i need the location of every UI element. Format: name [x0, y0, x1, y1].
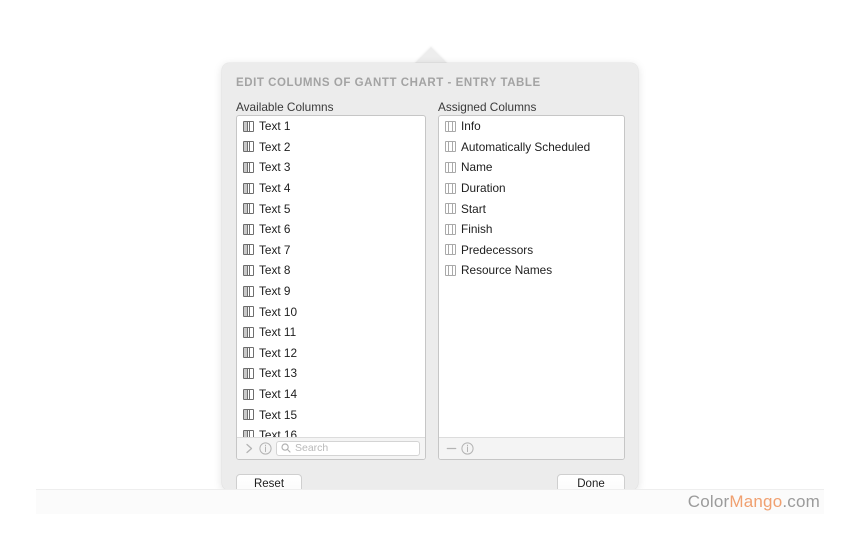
bottom-band-lower — [36, 514, 824, 528]
list-item-label: Text 15 — [259, 407, 298, 422]
watermark-part-mango: Mango — [729, 492, 783, 511]
column-icon — [243, 326, 254, 338]
column-icon — [445, 161, 456, 173]
column-icon — [445, 141, 456, 153]
colormango-watermark: ColorMango.com — [688, 491, 820, 513]
column-icon — [243, 141, 254, 153]
list-item[interactable]: Text 3 — [237, 157, 425, 178]
list-item[interactable]: Text 7 — [237, 240, 425, 261]
list-item[interactable]: Text 2 — [237, 137, 425, 158]
list-item-label: Resource Names — [461, 263, 553, 278]
list-item-label: Text 9 — [259, 284, 291, 299]
list-item-label: Finish — [461, 222, 493, 237]
search-icon — [281, 440, 291, 458]
list-item[interactable]: Predecessors — [439, 240, 624, 261]
list-item-label: Duration — [461, 181, 506, 196]
column-icon — [243, 367, 254, 379]
column-icon — [243, 244, 254, 256]
list-item-label: Text 7 — [259, 242, 291, 257]
available-list-footer: Search — [237, 437, 425, 459]
column-icon — [445, 182, 456, 194]
assigned-columns-label: Assigned Columns — [438, 100, 537, 114]
column-icon — [243, 264, 254, 276]
assigned-list-footer — [439, 437, 624, 459]
popover-arrow-icon — [414, 47, 448, 64]
column-icon — [243, 182, 254, 194]
search-placeholder: Search — [295, 442, 329, 455]
list-item-label: Start — [461, 201, 486, 216]
list-item-label: Text 2 — [259, 139, 291, 154]
column-icon — [243, 223, 254, 235]
list-item[interactable]: Finish — [439, 219, 624, 240]
assigned-columns-list[interactable]: Info Automatically Scheduled Name Duration S… — [439, 116, 624, 437]
available-columns-list[interactable]: Text 1 Text 2 Text 3 Text 4 Text 5 Text 6 Text… — [237, 116, 425, 437]
page-canvas: EDIT COLUMNS OF GANTT CHART - ENTRY TABL… — [0, 0, 860, 559]
list-item[interactable]: Text 6 — [237, 219, 425, 240]
list-item-label: Info — [461, 119, 481, 134]
minus-icon[interactable] — [443, 441, 459, 457]
list-item-label: Text 12 — [259, 345, 298, 360]
column-icon — [243, 120, 254, 132]
column-icon — [445, 203, 456, 215]
list-item[interactable]: Text 13 — [237, 363, 425, 384]
info-icon[interactable] — [257, 441, 273, 457]
column-icon — [445, 223, 456, 235]
list-item[interactable]: Text 16 — [237, 425, 425, 437]
list-item[interactable]: Start — [439, 198, 624, 219]
list-item-label: Text 3 — [259, 160, 291, 175]
list-item[interactable]: Text 5 — [237, 198, 425, 219]
column-icon — [243, 347, 254, 359]
list-item[interactable]: Text 11 — [237, 322, 425, 343]
list-item[interactable]: Text 4 — [237, 178, 425, 199]
list-item-label: Text 13 — [259, 366, 298, 381]
column-icon — [445, 244, 456, 256]
watermark-part-color: Color — [687, 492, 730, 511]
list-item-label: Text 6 — [259, 222, 291, 237]
list-item[interactable]: Resource Names — [439, 260, 624, 281]
column-icon — [243, 161, 254, 173]
list-item-label: Text 1 — [259, 119, 291, 134]
list-item[interactable]: Text 14 — [237, 384, 425, 405]
column-icon — [445, 120, 456, 132]
list-item[interactable]: Text 10 — [237, 301, 425, 322]
column-icon — [243, 429, 254, 437]
chevron-right-icon[interactable] — [241, 441, 257, 457]
list-item[interactable]: Duration — [439, 178, 624, 199]
list-item-label: Text 16 — [259, 428, 298, 437]
list-item[interactable]: Text 1 — [237, 116, 425, 137]
page-title: EDIT COLUMNS OF GANTT CHART - ENTRY TABL… — [236, 77, 541, 89]
column-icon — [243, 203, 254, 215]
list-item-label: Text 8 — [259, 263, 291, 278]
info-icon[interactable] — [459, 441, 475, 457]
list-item[interactable]: Text 9 — [237, 281, 425, 302]
watermark-part-com: .com — [782, 492, 820, 511]
list-item-label: Text 4 — [259, 181, 291, 196]
list-item-label: Automatically Scheduled — [461, 139, 591, 154]
column-icon — [243, 285, 254, 297]
list-item[interactable]: Text 8 — [237, 260, 425, 281]
list-item-label: Text 10 — [259, 304, 298, 319]
search-input[interactable]: Search — [276, 441, 420, 456]
available-columns-listbox[interactable]: Text 1 Text 2 Text 3 Text 4 Text 5 Text 6 Text… — [236, 115, 426, 460]
list-item[interactable]: Automatically Scheduled — [439, 137, 624, 158]
assigned-columns-listbox[interactable]: Info Automatically Scheduled Name Duration S… — [438, 115, 625, 460]
list-item[interactable]: Text 12 — [237, 343, 425, 364]
list-item[interactable]: Text 15 — [237, 404, 425, 425]
list-item-label: Text 11 — [259, 325, 297, 340]
column-icon — [243, 409, 254, 421]
list-item-label: Name — [461, 160, 493, 175]
list-item-label: Text 14 — [259, 387, 298, 402]
list-item-label: Predecessors — [461, 242, 534, 257]
column-icon — [445, 264, 456, 276]
column-icon — [243, 306, 254, 318]
available-columns-label: Available Columns — [236, 100, 334, 114]
list-item-label: Text 5 — [259, 201, 291, 216]
edit-columns-popover: EDIT COLUMNS OF GANTT CHART - ENTRY TABL… — [222, 63, 638, 493]
list-item[interactable]: Name — [439, 157, 624, 178]
list-item[interactable]: Info — [439, 116, 624, 137]
column-icon — [243, 388, 254, 400]
